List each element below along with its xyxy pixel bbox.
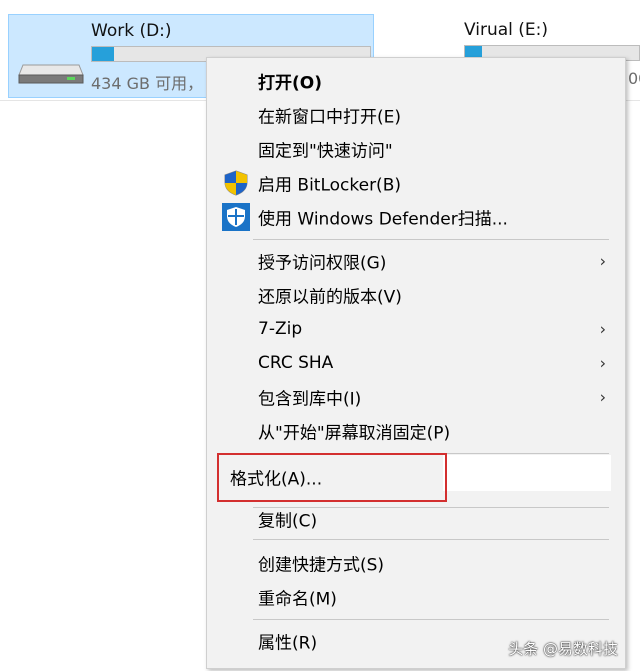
menu-item-open[interactable]: 打开(O) bbox=[208, 65, 624, 97]
menu-item-crc-sha[interactable]: CRC SHA › bbox=[208, 347, 624, 379]
menu-item-label: 还原以前的版本(V) bbox=[258, 287, 402, 308]
bitlocker-shield-icon bbox=[224, 170, 248, 196]
menu-item-label: 在新窗口中打开(E) bbox=[258, 107, 402, 128]
hard-drive-icon bbox=[18, 64, 84, 84]
drive-name: Virual (E:) bbox=[464, 20, 549, 40]
menu-item-grant-access[interactable]: 授予访问权限(G) › bbox=[208, 245, 624, 277]
menu-item-label: CRC SHA bbox=[258, 353, 334, 373]
context-menu: 打开(O) 在新窗口中打开(E) 固定到"快速访问" 启用 BitLocker(… bbox=[206, 57, 626, 669]
menu-item-copy[interactable]: 复制(C) bbox=[208, 503, 624, 535]
menu-item-label: 包含到库中(I) bbox=[258, 389, 362, 410]
menu-item-rename[interactable]: 重命名(M) bbox=[208, 581, 624, 613]
menu-item-label: 属性(R) bbox=[258, 633, 318, 654]
menu-item-label: 授予访问权限(G) bbox=[258, 253, 387, 274]
chevron-right-icon: › bbox=[599, 353, 606, 373]
watermark: 头条 @易数科技 bbox=[508, 640, 618, 658]
menu-item-label: 固定到"快速访问" bbox=[258, 141, 393, 162]
menu-item-label: 使用 Windows Defender扫描... bbox=[258, 209, 508, 230]
menu-item-label: 从"开始"屏幕取消固定(P) bbox=[258, 423, 451, 444]
menu-item-label: 复制(C) bbox=[258, 511, 318, 532]
menu-item-bitlocker[interactable]: 启用 BitLocker(B) bbox=[208, 167, 624, 199]
menu-separator bbox=[253, 539, 609, 540]
menu-item-include-in-library[interactable]: 包含到库中(I) › bbox=[208, 381, 624, 413]
drive-name: Work (D:) bbox=[91, 21, 172, 41]
menu-separator bbox=[253, 239, 609, 240]
menu-item-open-new-window[interactable]: 在新窗口中打开(E) bbox=[208, 99, 624, 131]
menu-item-label: 打开(O) bbox=[258, 73, 322, 94]
drive-usage-fill bbox=[92, 47, 115, 61]
drive-free-space: 00 bbox=[628, 69, 640, 88]
menu-item-defender-scan[interactable]: 使用 Windows Defender扫描... bbox=[208, 201, 624, 233]
menu-item-pin-quick-access[interactable]: 固定到"快速访问" bbox=[208, 133, 624, 165]
menu-item-label: 7-Zip bbox=[258, 319, 303, 339]
highlight-box bbox=[217, 453, 447, 502]
menu-item-restore-versions[interactable]: 还原以前的版本(V) bbox=[208, 279, 624, 311]
chevron-right-icon: › bbox=[599, 251, 606, 271]
defender-shield-icon bbox=[222, 203, 250, 231]
menu-item-create-shortcut[interactable]: 创建快捷方式(S) bbox=[208, 547, 624, 579]
chevron-right-icon: › bbox=[599, 387, 606, 407]
chevron-right-icon: › bbox=[599, 319, 606, 339]
menu-item-label: 启用 BitLocker(B) bbox=[258, 175, 401, 196]
menu-item-label: 创建快捷方式(S) bbox=[258, 555, 385, 576]
menu-item-unpin-start[interactable]: 从"开始"屏幕取消固定(P) bbox=[208, 415, 624, 447]
menu-separator bbox=[253, 619, 609, 620]
menu-item-7zip[interactable]: 7-Zip › bbox=[208, 313, 624, 345]
menu-item-label: 重命名(M) bbox=[258, 589, 337, 610]
drive-free-space: 434 GB 可用， bbox=[91, 74, 204, 93]
